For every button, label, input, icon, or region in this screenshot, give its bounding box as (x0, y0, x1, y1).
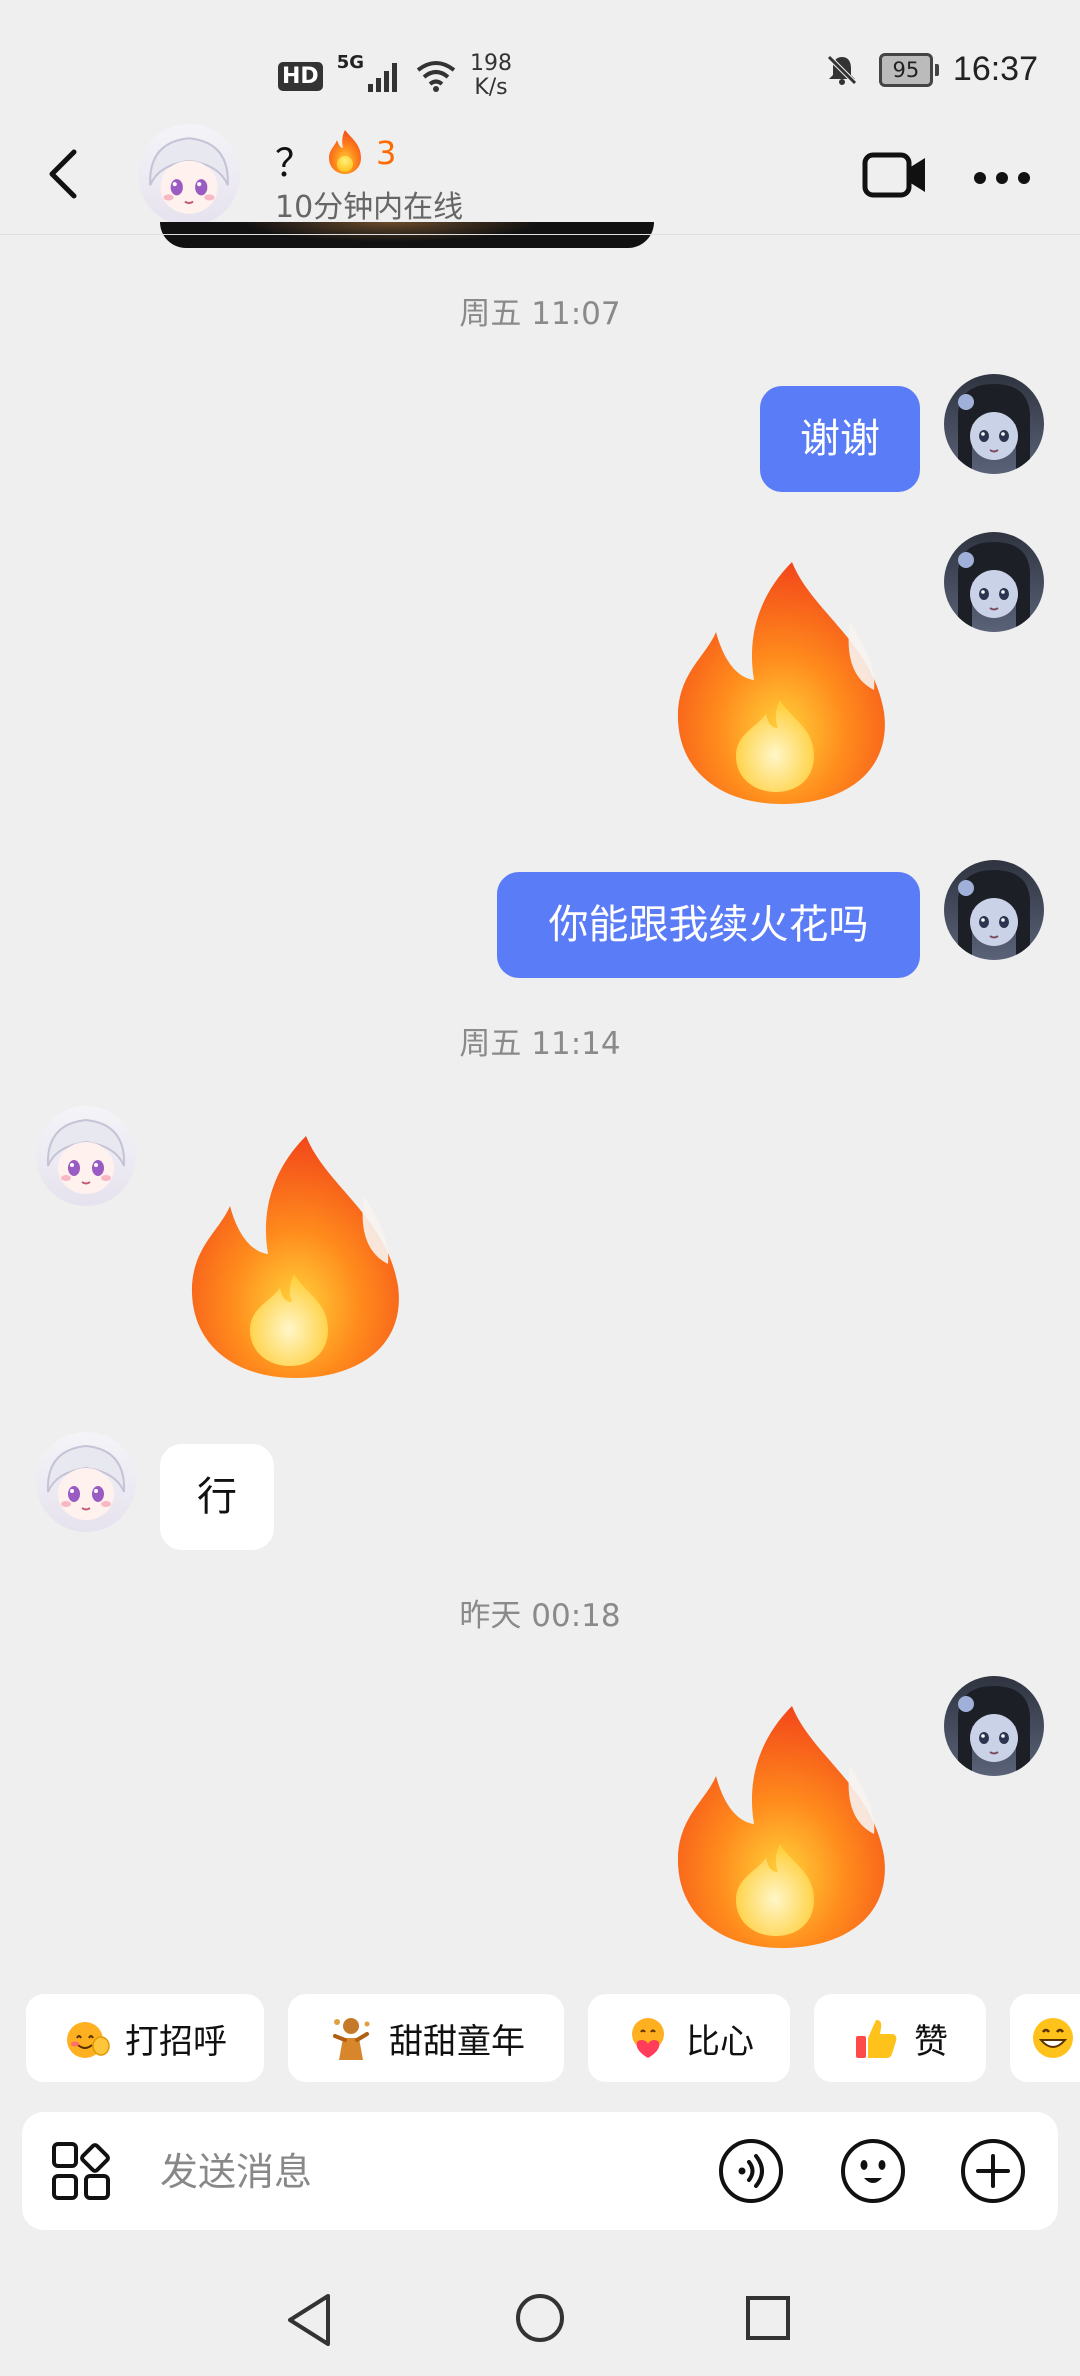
video-call-icon[interactable] (862, 150, 928, 200)
network-speed: 198 K/s (470, 52, 512, 100)
anime-girl-dark-hair-avatar-icon (944, 532, 1044, 632)
spark-count: 3 (376, 134, 397, 172)
partial-image-message[interactable] (160, 222, 654, 248)
fire-sticker-icon[interactable] (662, 552, 902, 812)
speed-value: 198 (470, 51, 512, 76)
speed-unit: K/s (474, 75, 508, 100)
anime-girl-dark-hair-avatar-icon (944, 374, 1044, 474)
wifi-icon (416, 61, 456, 92)
anime-girl-white-hair-avatar-icon (138, 124, 240, 226)
anime-girl-white-hair-avatar-icon (36, 1106, 136, 1206)
nav-recents-icon[interactable] (744, 2294, 792, 2342)
quick-reply-chip[interactable] (1010, 1994, 1080, 2082)
my-avatar[interactable] (944, 860, 1044, 960)
clock: 16:37 (952, 50, 1038, 88)
message-bubble-sent[interactable]: 你能跟我续火花吗 (497, 872, 920, 978)
contact-avatar[interactable] (138, 124, 240, 226)
more-options-icon[interactable] (972, 168, 1032, 188)
hd-badge: HD (278, 61, 323, 91)
quick-reply-label: 甜甜童年 (389, 2021, 525, 2062)
thumbs-up-icon (856, 2020, 897, 2058)
apps-grid-icon[interactable] (50, 2140, 112, 2202)
quick-reply-chip[interactable]: 甜甜童年 (288, 1994, 564, 2082)
network-type: 5G (336, 52, 364, 73)
spark-fire-icon (329, 130, 361, 174)
my-avatar[interactable] (944, 532, 1044, 632)
contact-avatar[interactable] (36, 1432, 136, 1532)
nav-back-icon[interactable] (284, 2292, 334, 2348)
contact-avatar[interactable] (36, 1106, 136, 1206)
battery-indicator: 95 (878, 52, 939, 87)
add-plus-icon[interactable] (960, 2138, 1026, 2204)
voice-message-icon[interactable] (718, 2138, 784, 2204)
message-input-bar (22, 2112, 1058, 2230)
quick-reply-chip[interactable]: 赞 (814, 1994, 986, 2082)
anime-girl-dark-hair-avatar-icon (944, 860, 1044, 960)
fire-sticker-icon[interactable] (662, 1696, 902, 1956)
signal-icon (368, 63, 397, 92)
timestamp: 昨天 00:18 (459, 1598, 621, 1634)
anime-girl-white-hair-avatar-icon (36, 1432, 136, 1532)
timestamp: 周五 11:14 (459, 1026, 621, 1062)
quick-reply-label: 比心 (686, 2021, 754, 2062)
message-input[interactable] (158, 2134, 702, 2210)
status-right: 95 16:37 (825, 50, 1038, 89)
online-status: 10分钟内在线 (275, 190, 464, 225)
system-navigation-bar (0, 2260, 1080, 2376)
emoji-icon[interactable] (840, 2138, 906, 2204)
message-bubble-received[interactable]: 行 (160, 1444, 274, 1550)
child-figure-icon (333, 2018, 370, 2060)
grinning-face-icon (1033, 2018, 1073, 2058)
quick-reply-chip[interactable]: 打招呼 (26, 1994, 264, 2082)
my-avatar[interactable] (944, 374, 1044, 474)
header-divider (0, 234, 1080, 235)
back-arrow-icon[interactable] (44, 144, 84, 204)
quick-reply-bar: 打招呼 甜甜童年 比心 赞 (0, 1994, 1080, 2084)
timestamp: 周五 11:07 (459, 296, 621, 332)
my-avatar[interactable] (944, 1676, 1044, 1776)
status-left: HD 5G 198 K/s (278, 52, 512, 100)
nav-home-icon[interactable] (514, 2292, 566, 2344)
quick-reply-chip[interactable]: 比心 (588, 1994, 790, 2082)
fire-sticker-icon[interactable] (176, 1126, 416, 1386)
chat-header: ？ 3 10分钟内在线 (0, 120, 1080, 235)
heart-hands-face-icon (632, 2018, 664, 2058)
message-bubble-sent[interactable]: 谢谢 (760, 386, 920, 492)
quick-reply-label: 打招呼 (125, 2021, 227, 2062)
quick-reply-label: 赞 (914, 2021, 948, 2062)
contact-name: ？ (275, 141, 314, 185)
bell-muted-icon (827, 54, 857, 85)
anime-girl-dark-hair-avatar-icon (944, 1676, 1044, 1776)
waving-face-icon (67, 2022, 110, 2058)
